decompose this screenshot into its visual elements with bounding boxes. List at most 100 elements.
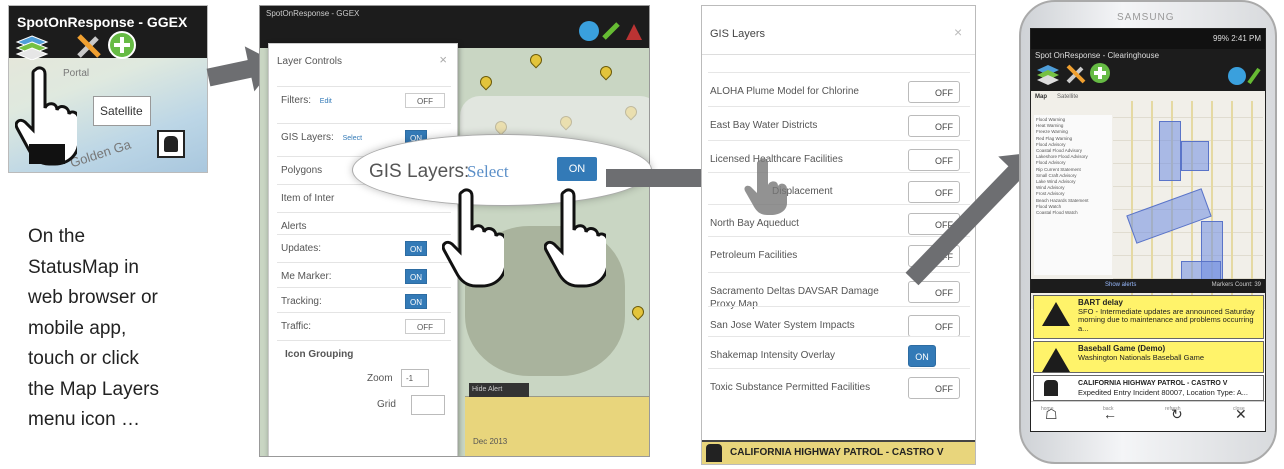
group-icon[interactable]: [157, 130, 185, 158]
close-icon[interactable]: ×: [954, 24, 962, 40]
satellite-option[interactable]: Satellite: [93, 96, 151, 126]
row-label: Alerts: [281, 221, 307, 232]
add-icon[interactable]: [1089, 62, 1111, 84]
gis-layers-screenshot-panel: GIS Layers × ALOHA Plume Model for Chlor…: [701, 5, 976, 465]
alert-card[interactable]: BART delay SFO - Intermediate updates ar…: [1033, 295, 1264, 339]
icon-grouping-section: Icon Grouping Zoom -1 Grid: [277, 340, 451, 430]
alert-text: SFO - Intermediate updates are announced…: [1078, 306, 1255, 333]
layer-toggle[interactable]: OFF: [908, 377, 960, 399]
tracking-row: Tracking: ON: [277, 287, 451, 315]
layer-name: North Bay Aqueduct: [710, 218, 799, 229]
legend-item: Coastal Flood Watch: [1036, 210, 1078, 216]
layer-toggle[interactable]: OFF: [908, 81, 960, 103]
caption-line: touch or click: [28, 348, 139, 369]
layer-name: San Jose Water System Impacts: [710, 320, 855, 331]
tools-icon[interactable]: [1065, 63, 1087, 85]
filters-edit-link[interactable]: Edit: [320, 98, 332, 105]
app-header-bar: Spot OnResponse - Clearinghouse: [1031, 49, 1265, 91]
row-label: Updates:: [281, 243, 322, 254]
layer-toggle[interactable]: ON: [908, 345, 936, 367]
updates-row: Updates: ON: [277, 234, 451, 262]
map-pin[interactable]: [629, 303, 647, 321]
nav-label: home: [1041, 406, 1054, 412]
traffic-toggle[interactable]: OFF: [405, 319, 445, 334]
me-marker-row: Me Marker: ON: [277, 262, 451, 290]
alert-card[interactable]: CALIFORNIA HIGHWAY PATROL - CASTRO V Exp…: [1033, 375, 1264, 401]
hide-alert-tab[interactable]: Hide Alert: [469, 383, 529, 397]
layers-icon[interactable]: [1035, 63, 1061, 87]
layer-name: Toxic Substance Permitted Facilities: [710, 382, 871, 393]
warning-icon: [1042, 348, 1070, 372]
tools-icon[interactable]: [75, 32, 103, 60]
nav-label: close: [1233, 406, 1245, 412]
gis-layer-row: East Bay Water Districts OFF: [708, 106, 970, 140]
zoom-input[interactable]: -1: [401, 369, 429, 387]
updates-toggle[interactable]: ON: [405, 241, 427, 256]
app-title: Spot OnResponse - Clearinghouse: [1035, 51, 1160, 60]
tab-satellite[interactable]: Satellite: [1057, 94, 1078, 100]
row-label: Polygons: [281, 165, 323, 176]
shakemap-polygon: [1181, 141, 1209, 171]
map-pin[interactable]: [597, 63, 615, 81]
gis-layer-row: San Jose Water System Impacts OFF: [708, 306, 970, 340]
layer-name: Shakemap Intensity Overlay: [710, 350, 836, 361]
gis-layer-row: ALOHA Plume Model for Chlorine OFF: [708, 72, 970, 106]
row-label: Traffic:: [281, 321, 312, 332]
layer-name: East Bay Water Districts: [710, 120, 818, 131]
alert-date: Dec 2013: [473, 437, 508, 446]
shakemap-polygon: [1159, 121, 1181, 181]
map-layers-screenshot-panel: SpotOnResponse - GGEX Portal Satellite G…: [8, 5, 208, 173]
layer-name: ALOHA Plume Model for Chlorine: [710, 86, 859, 97]
gis-layers-select-link[interactable]: Select: [343, 135, 362, 142]
tab-map[interactable]: Map: [1035, 94, 1047, 100]
map-toolbar-icons[interactable]: [1227, 65, 1263, 87]
close-icon[interactable]: ×: [439, 52, 447, 67]
alert-card[interactable]: Baseball Game (Demo) Washington National…: [1033, 341, 1264, 373]
alerts-strip: Hide Alert Dec 2013: [465, 383, 649, 456]
map-label-golden-gate: Golden Ga: [68, 136, 133, 171]
map-pin[interactable]: [527, 51, 545, 69]
map-pin[interactable]: [477, 73, 495, 91]
divider: [702, 54, 975, 55]
callout-on-toggle[interactable]: ON: [557, 157, 597, 181]
grid-input[interactable]: [411, 395, 445, 415]
row-label: Me Marker:: [281, 271, 332, 282]
map-toolbar-icons[interactable]: [578, 18, 644, 44]
layer-toggle[interactable]: OFF: [908, 281, 960, 303]
alert-text: Expedited Entry Incident 80007, Location…: [1078, 387, 1248, 397]
callout-label: GIS Layers:: [369, 161, 470, 182]
alert-footer-title: CALIFORNIA HIGHWAY PATROL - CASTRO V: [730, 447, 944, 458]
flow-arrow-1: [206, 59, 254, 87]
status-text: 99% 2:41 PM: [1212, 34, 1261, 43]
caption-line: web browser or: [28, 287, 158, 308]
shakemap-polygon: [1181, 261, 1221, 281]
layer-name: Petroleum Facilities: [710, 250, 798, 261]
me-marker-toggle[interactable]: ON: [405, 269, 427, 284]
add-icon[interactable]: [107, 30, 137, 60]
layer-toggle[interactable]: OFF: [908, 115, 960, 137]
layer-toggle[interactable]: OFF: [908, 149, 960, 171]
filters-toggle[interactable]: OFF: [405, 93, 445, 108]
warning-icon: [1042, 302, 1070, 326]
group-icon: [706, 444, 722, 462]
pointing-hand-icon: [442, 188, 504, 288]
nav-label: refresh: [1165, 406, 1181, 412]
map-view[interactable]: Map Satellite Flood Warning Heat Warning…: [1031, 91, 1265, 309]
modal-title: Layer Controls: [277, 56, 343, 67]
layer-toggle[interactable]: OFF: [908, 181, 960, 203]
show-alerts-link[interactable]: Show alerts: [1105, 282, 1136, 288]
alert-footer: CALIFORNIA HIGHWAY PATROL - CASTRO V: [702, 440, 975, 464]
section-title: Icon Grouping: [285, 349, 354, 360]
markers-count: Markers Count: 39: [1211, 282, 1261, 288]
caption-line: On the: [28, 226, 86, 247]
layer-toggle[interactable]: OFF: [908, 315, 960, 337]
layers-icon[interactable]: [15, 34, 49, 60]
instruction-caption: On the StatusMap in web browser or mobil…: [28, 222, 228, 436]
tracking-toggle[interactable]: ON: [405, 294, 427, 309]
gis-layer-row: Toxic Substance Permitted Facilities OFF: [708, 368, 970, 412]
pointing-hand-icon: [544, 188, 606, 288]
grid-label: Grid: [377, 399, 396, 410]
traffic-row: Traffic: OFF: [277, 312, 451, 340]
caption-line: the Map Layers: [28, 378, 159, 400]
callout-select-link[interactable]: Select: [467, 162, 509, 182]
